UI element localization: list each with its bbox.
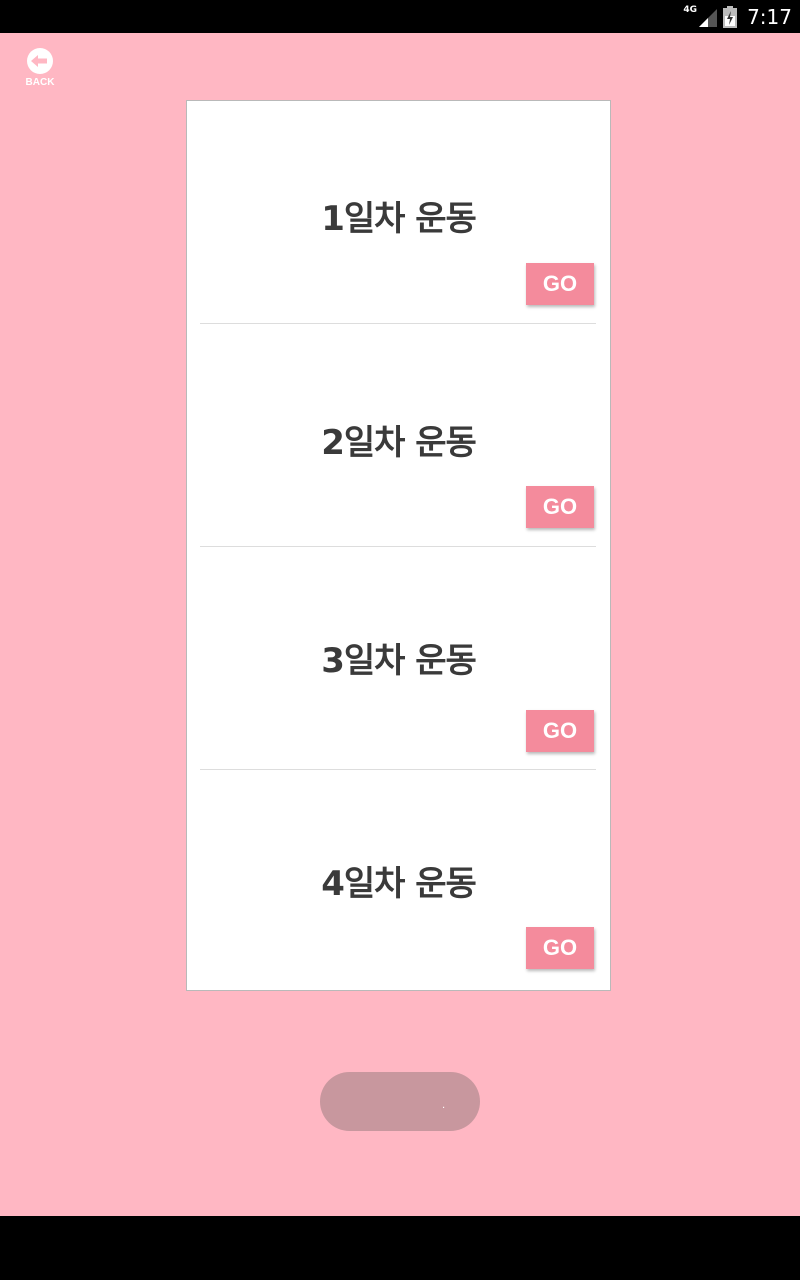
network-type-label: 4G <box>683 4 698 15</box>
go-button-day-3[interactable]: GO <box>526 710 594 752</box>
go-button-day-4[interactable]: GO <box>526 927 594 969</box>
day-item-4: 4일차 운동 GO <box>187 770 610 990</box>
navigation-bar <box>0 1216 800 1280</box>
battery-icon <box>723 5 738 28</box>
day-item-2: 2일차 운동 GO <box>187 324 610 546</box>
day-title: 3일차 운동 <box>321 641 477 681</box>
app-content: BACK 1일차 운동 GO 2일차 운동 GO 3일차 운동 GO 4일차 운… <box>0 33 800 1216</box>
day-item-1: 1일차 운동 GO <box>187 101 610 323</box>
go-button-day-2[interactable]: GO <box>526 486 594 528</box>
day-title: 1일차 운동 <box>321 199 477 239</box>
day-title: 4일차 운동 <box>321 864 477 904</box>
bottom-pill-button[interactable]: . <box>320 1072 480 1131</box>
back-arrow-icon <box>27 48 53 74</box>
status-clock: 7:17 <box>747 4 792 29</box>
back-label: BACK <box>25 77 55 88</box>
go-button-day-1[interactable]: GO <box>526 263 594 305</box>
back-button[interactable]: BACK <box>20 48 60 92</box>
status-bar: 4G 7:17 <box>0 0 800 33</box>
day-title: 2일차 운동 <box>321 423 477 463</box>
pill-label: . <box>442 1100 446 1111</box>
status-icons: 4G 7:17 <box>677 0 792 33</box>
workout-day-list: 1일차 운동 GO 2일차 운동 GO 3일차 운동 GO 4일차 운동 GO <box>186 100 611 991</box>
day-item-3: 3일차 운동 GO <box>187 547 610 769</box>
signal-icon <box>697 7 718 27</box>
